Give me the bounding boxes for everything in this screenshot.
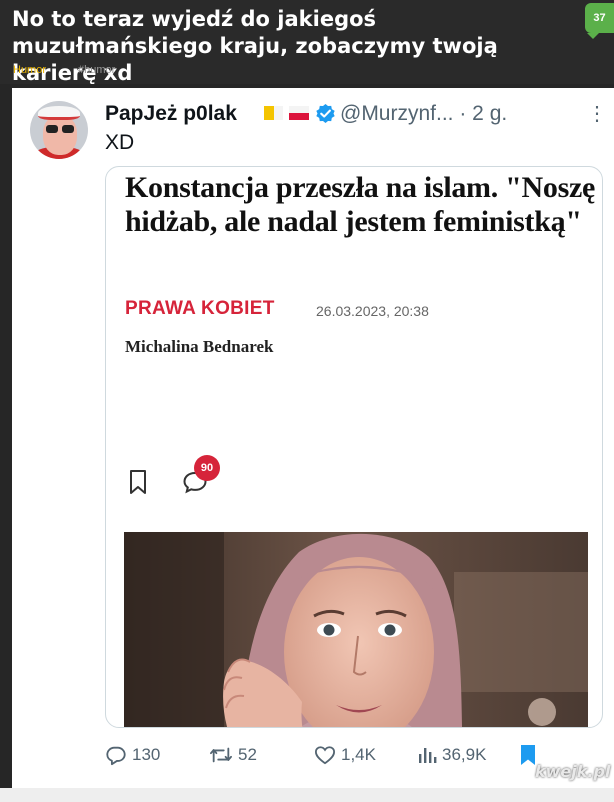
tweet-text: XD [105, 131, 135, 154]
article-photo[interactable] [124, 532, 588, 727]
article-headline: Konstancja przeszła na islam. "Noszę hid… [125, 171, 595, 238]
tweet-action-bar: 130 52 1,4K 36,9K [12, 740, 614, 770]
category-tag-humor[interactable]: Humor [13, 63, 46, 77]
views-icon [419, 748, 437, 763]
views-button[interactable]: 36,9K [417, 740, 486, 770]
avatar [30, 101, 88, 159]
reply-count: 130 [132, 745, 161, 764]
vote-count-badge[interactable]: 37 [585, 3, 614, 39]
retweet-icon [210, 747, 232, 763]
retweet-button[interactable]: 52 [209, 740, 257, 770]
views-count: 36,9K [442, 745, 487, 764]
bookmark-icon[interactable] [128, 469, 148, 495]
handle: @Murzynf... [340, 102, 454, 125]
poland-flag-icon [289, 106, 309, 120]
article-author[interactable]: Michalina Bednarek [125, 337, 273, 357]
hashtag-tag-humor[interactable]: #humor [78, 63, 115, 77]
article-section[interactable]: PRAWA KOBIET [125, 298, 275, 320]
photo-woman-in-hijab [124, 532, 588, 727]
comment-count-badge: 90 [194, 455, 220, 481]
display-name: PapJeż p0lak [105, 102, 237, 125]
more-icon[interactable]: ⋮ [587, 102, 607, 126]
like-count: 1,4K [341, 745, 376, 764]
post-image-tweet-screenshot: PapJeż p0lak @Murzynf... · 2 g. ⋮ XD Kon… [12, 88, 614, 788]
reply-button[interactable]: 130 [105, 740, 160, 770]
post-header: No to teraz wyjedź do jakiegoś muzułmańs… [0, 0, 614, 85]
article-date: 26.03.2023, 20:38 [316, 303, 429, 319]
article-card[interactable]: Konstancja przeszła na islam. "Noszę hid… [105, 166, 603, 728]
reply-icon [106, 746, 126, 766]
tweet-handle-and-time: @Murzynf... · 2 g. [340, 101, 507, 127]
retweet-count: 52 [238, 745, 257, 764]
vatican-flag-icon [264, 106, 283, 120]
tweet-time: · 2 g. [459, 102, 508, 125]
heart-icon [314, 746, 336, 765]
verified-badge-icon [316, 103, 335, 124]
footer-strip [0, 788, 614, 802]
kwejk-watermark: kwejk.pl [535, 762, 611, 781]
like-button[interactable]: 1,4K [314, 740, 376, 770]
